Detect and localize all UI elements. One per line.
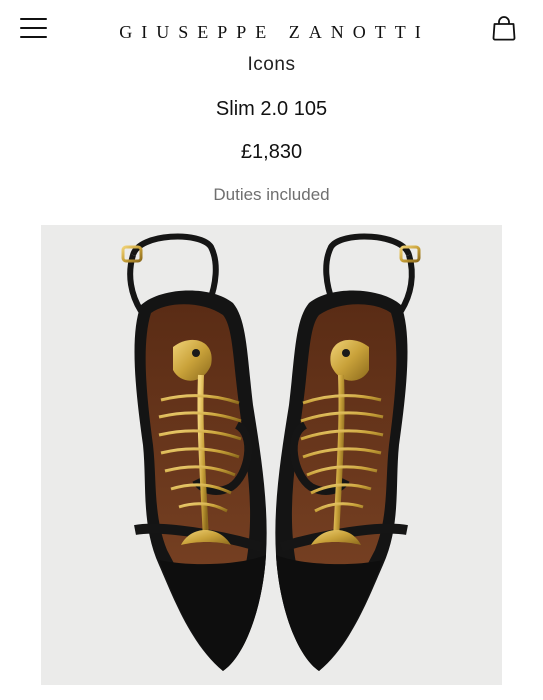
right-sandal: [275, 233, 421, 671]
product-image[interactable]: [41, 225, 502, 685]
product-category[interactable]: Icons: [0, 54, 543, 76]
duties-note: Duties included: [213, 185, 330, 204]
site-header: GIUSEPPE ZANOTTI: [0, 0, 543, 56]
shopping-bag-button[interactable]: [490, 15, 518, 41]
sandals-illustration: [121, 233, 421, 671]
product-name: Slim 2.0 105: [215, 98, 328, 120]
shopping-bag-icon: [492, 16, 516, 41]
left-sandal: [121, 233, 267, 671]
product-price: £1,830: [240, 141, 303, 163]
brand-logo[interactable]: GIUSEPPE ZANOTTI: [0, 20, 543, 44]
